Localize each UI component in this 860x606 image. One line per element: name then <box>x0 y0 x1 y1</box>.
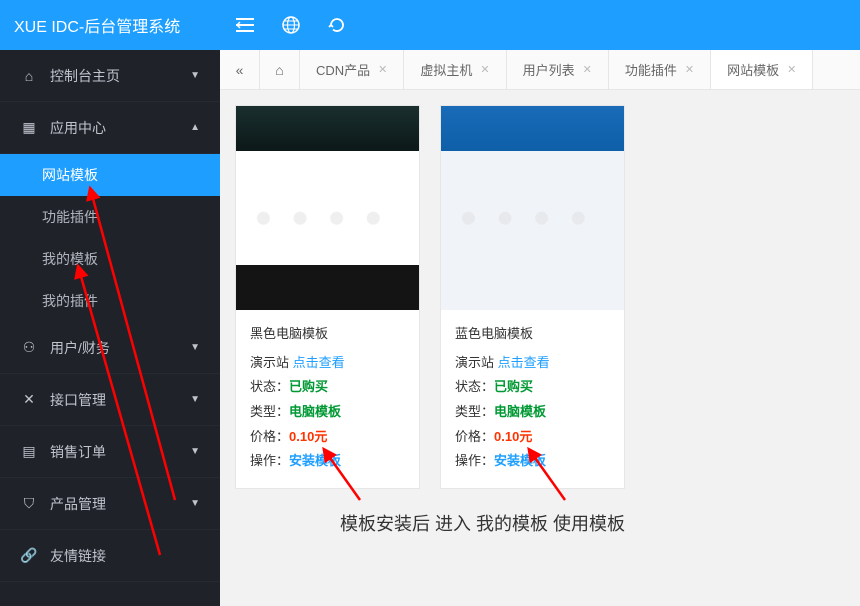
top-bar <box>220 0 860 50</box>
tab-label: 虚拟主机 <box>420 60 472 79</box>
price-value: 0.10元 <box>494 429 532 444</box>
template-thumbnail <box>441 106 624 310</box>
nav-product[interactable]: ⛉ 产品管理 ▼ <box>0 478 220 530</box>
type-label: 类型： <box>455 404 494 419</box>
type-label: 类型： <box>250 404 289 419</box>
nav-console[interactable]: ⌂ 控制台主页 ▼ <box>0 50 220 102</box>
annotation-text: 模板安装后 进入 我的模板 使用模板 <box>340 510 625 536</box>
template-thumbnail <box>236 106 419 310</box>
content: 黑色电脑模板 演示站 点击查看 状态：已购买 类型：电脑模板 价格：0.10元 … <box>220 90 860 606</box>
nav-api[interactable]: ✕ 接口管理 ▼ <box>0 374 220 426</box>
tab-cdn[interactable]: CDN产品 ✕ <box>300 50 404 89</box>
demo-label: 演示站 <box>250 355 289 370</box>
nav: ⌂ 控制台主页 ▼ ▦ 应用中心 ▲ 网站模板 功能插件 我的模板 我的插件 ⚇… <box>0 50 220 606</box>
tab-template[interactable]: 网站模板 ✕ <box>711 50 813 89</box>
status-value: 已购买 <box>494 379 533 394</box>
users-icon: ⚇ <box>20 339 38 356</box>
nav-sales[interactable]: ▤ 销售订单 ▼ <box>0 426 220 478</box>
globe-icon[interactable] <box>282 16 300 34</box>
tabs-back-icon[interactable]: « <box>220 50 260 89</box>
shield-icon: ⛉ <box>20 495 38 512</box>
link-icon: 🔗 <box>20 547 38 564</box>
price-label: 价格： <box>455 429 494 444</box>
template-card: 黑色电脑模板 演示站 点击查看 状态：已购买 类型：电脑模板 价格：0.10元 … <box>235 105 420 489</box>
close-icon[interactable]: ✕ <box>480 63 489 76</box>
install-link[interactable]: 安装模板 <box>289 453 341 468</box>
nav-label: 友情链接 <box>50 546 106 566</box>
demo-link[interactable]: 点击查看 <box>293 355 345 370</box>
tab-label: 功能插件 <box>625 60 677 79</box>
card-body: 黑色电脑模板 演示站 点击查看 状态：已购买 类型：电脑模板 价格：0.10元 … <box>236 310 419 488</box>
main: « ⌂ CDN产品 ✕ 虚拟主机 ✕ 用户列表 ✕ 功能插件 ✕ 网站模板 ✕ <box>220 0 860 606</box>
status-label: 状态： <box>250 379 289 394</box>
card-list: 黑色电脑模板 演示站 点击查看 状态：已购买 类型：电脑模板 价格：0.10元 … <box>235 105 845 489</box>
price-label: 价格： <box>250 429 289 444</box>
nav-appcenter[interactable]: ▦ 应用中心 ▲ <box>0 102 220 154</box>
price-value: 0.10元 <box>289 429 327 444</box>
sidebar: XUE IDC-后台管理系统 ⌂ 控制台主页 ▼ ▦ 应用中心 ▲ 网站模板 功… <box>0 0 220 606</box>
nav-label: 用户/财务 <box>50 338 110 358</box>
refresh-icon[interactable] <box>328 16 346 34</box>
card-title: 蓝色电脑模板 <box>455 322 610 347</box>
nav-user-finance[interactable]: ⚇ 用户/财务 ▼ <box>0 322 220 374</box>
home-icon: ⌂ <box>20 68 38 84</box>
action-label: 操作： <box>250 453 289 468</box>
type-value: 电脑模板 <box>494 404 546 419</box>
nav-links[interactable]: 🔗 友情链接 <box>0 530 220 582</box>
tab-vhost[interactable]: 虚拟主机 ✕ <box>404 50 506 89</box>
card-title: 黑色电脑模板 <box>250 322 405 347</box>
chevron-up-icon: ▲ <box>190 122 200 133</box>
type-value: 电脑模板 <box>289 404 341 419</box>
sidebar-item-plugins[interactable]: 功能插件 <box>0 196 220 238</box>
status-value: 已购买 <box>289 379 328 394</box>
list-icon: ▤ <box>20 443 38 460</box>
action-label: 操作： <box>455 453 494 468</box>
card-body: 蓝色电脑模板 演示站 点击查看 状态：已购买 类型：电脑模板 价格：0.10元 … <box>441 310 624 488</box>
tab-userlist[interactable]: 用户列表 ✕ <box>507 50 609 89</box>
close-icon[interactable]: ✕ <box>378 63 387 76</box>
chevron-down-icon: ▼ <box>190 394 200 405</box>
nav-label: 销售订单 <box>50 442 106 462</box>
chevron-down-icon: ▼ <box>190 70 200 81</box>
tab-label: 网站模板 <box>727 60 779 79</box>
tab-plugin[interactable]: 功能插件 ✕ <box>609 50 711 89</box>
menu-toggle-icon[interactable] <box>236 18 254 32</box>
close-icon[interactable]: ✕ <box>787 63 796 76</box>
template-card: 蓝色电脑模板 演示站 点击查看 状态：已购买 类型：电脑模板 价格：0.10元 … <box>440 105 625 489</box>
nav-label: 产品管理 <box>50 494 106 514</box>
close-icon[interactable]: ✕ <box>685 63 694 76</box>
chevron-down-icon: ▼ <box>190 446 200 457</box>
tab-label: CDN产品 <box>316 60 370 79</box>
nav-label: 应用中心 <box>50 118 106 138</box>
status-label: 状态： <box>455 379 494 394</box>
nav-label: 控制台主页 <box>50 66 120 86</box>
nav-label: 接口管理 <box>50 390 106 410</box>
app-logo: XUE IDC-后台管理系统 <box>0 0 220 50</box>
demo-link[interactable]: 点击查看 <box>498 355 550 370</box>
tools-icon: ✕ <box>20 391 38 408</box>
demo-label: 演示站 <box>455 355 494 370</box>
sidebar-item-templates[interactable]: 网站模板 <box>0 154 220 196</box>
close-icon[interactable]: ✕ <box>583 63 592 76</box>
tab-label: 用户列表 <box>523 60 575 79</box>
sidebar-item-my-plugins[interactable]: 我的插件 <box>0 280 220 322</box>
install-link[interactable]: 安装模板 <box>494 453 546 468</box>
sidebar-item-my-templates[interactable]: 我的模板 <box>0 238 220 280</box>
chevron-down-icon: ▼ <box>190 498 200 509</box>
tab-home-icon[interactable]: ⌂ <box>260 50 300 89</box>
tabs: « ⌂ CDN产品 ✕ 虚拟主机 ✕ 用户列表 ✕ 功能插件 ✕ 网站模板 ✕ <box>220 50 860 90</box>
grid-icon: ▦ <box>20 119 38 136</box>
chevron-down-icon: ▼ <box>190 342 200 353</box>
